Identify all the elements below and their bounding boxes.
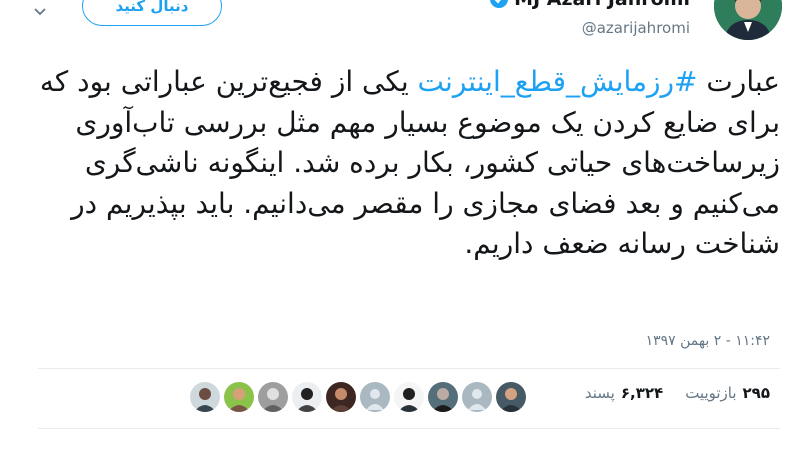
follow-button[interactable]: دنبال کنید	[82, 0, 222, 26]
likes-label[interactable]: پسند	[585, 384, 615, 402]
liker-avatar[interactable]	[258, 382, 288, 412]
liker-avatar[interactable]	[292, 382, 322, 412]
liker-avatar[interactable]	[428, 382, 458, 412]
user-handle[interactable]: @azarijahromi	[582, 19, 690, 37]
liker-avatar[interactable]	[394, 382, 424, 412]
liker-avatar[interactable]	[496, 382, 526, 412]
liker-avatars	[190, 382, 526, 412]
tweet-stats: ۲۹۵ بازتوییت ۶,۳۲۴ پسند	[585, 384, 770, 402]
hashtag-link[interactable]: #رزمایش_قطع_اینترنت	[418, 65, 698, 98]
display-name-text: MJ Azari Jahromi	[514, 0, 690, 10]
retweets-label[interactable]: بازتوییت	[685, 384, 736, 402]
retweets-count[interactable]: ۲۹۵	[743, 384, 770, 402]
liker-avatar-default[interactable]	[360, 382, 390, 412]
divider	[38, 428, 780, 429]
tweet-header: دنبال کنید MJ Azari Jahromi @azarijahrom…	[0, 0, 800, 60]
display-name[interactable]: MJ Azari Jahromi	[490, 0, 690, 10]
tweet-timestamp[interactable]: ۱۱:۴۲ - ۲ بهمن ۱۳۹۷	[646, 333, 770, 349]
liker-avatar[interactable]	[190, 382, 220, 412]
likes-count[interactable]: ۶,۳۲۴	[621, 384, 663, 402]
tweet-text-before: عبارت	[697, 65, 780, 98]
chevron-down-icon[interactable]	[34, 6, 46, 18]
liker-avatar[interactable]	[224, 382, 254, 412]
follow-button-label: دنبال کنید	[115, 0, 189, 15]
liker-avatar[interactable]	[326, 382, 356, 412]
verified-badge-icon	[490, 0, 509, 8]
tweet-text: عبارت #رزمایش_قطع_اینترنت یکی از فجیع‌تر…	[20, 62, 780, 265]
divider	[38, 368, 780, 369]
avatar[interactable]	[714, 0, 782, 40]
liker-avatar-default[interactable]	[462, 382, 492, 412]
